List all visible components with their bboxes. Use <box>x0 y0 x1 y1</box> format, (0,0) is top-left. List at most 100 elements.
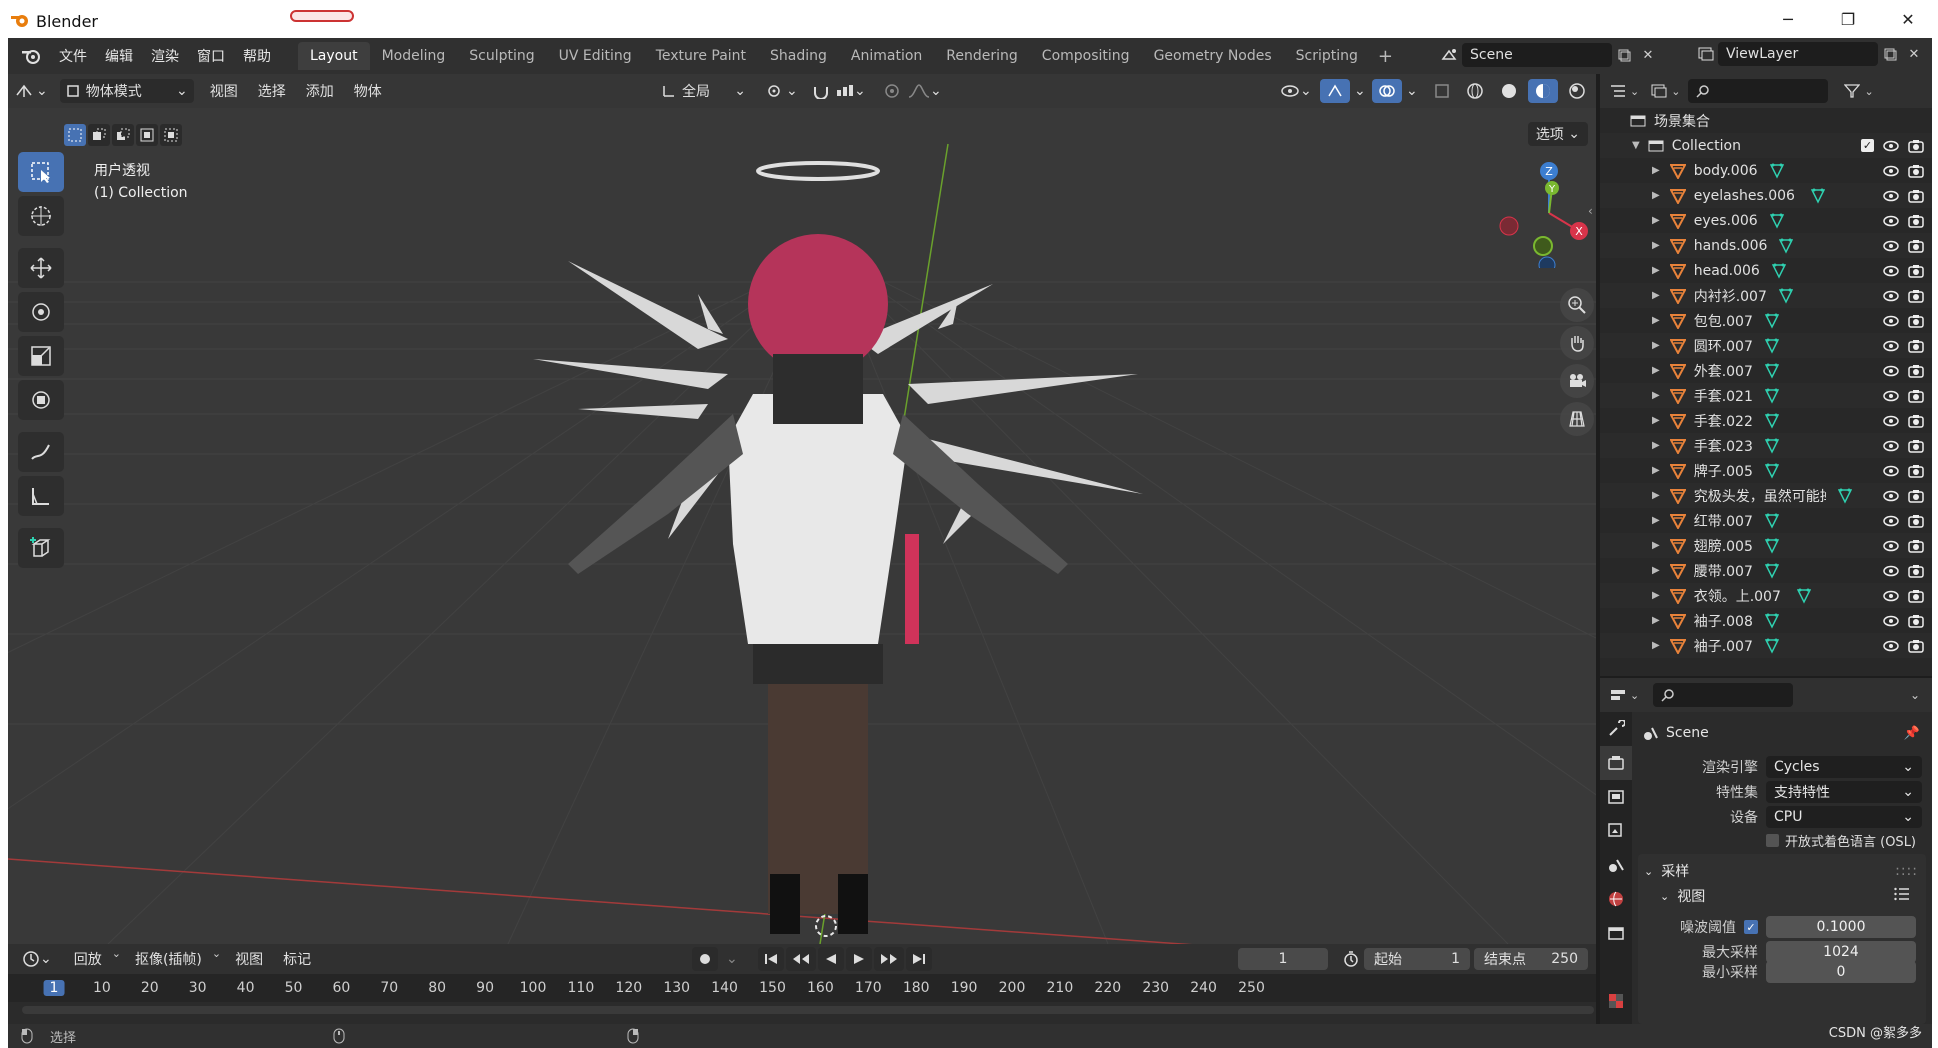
workspace-tab-sculpting[interactable]: Sculpting <box>457 42 546 70</box>
record-options-icon[interactable]: ⌄ <box>720 947 744 971</box>
render-visibility-icon[interactable] <box>1908 389 1924 403</box>
workspace-tab-texture-paint[interactable]: Texture Paint <box>644 42 758 70</box>
pan-hand-icon[interactable] <box>1560 326 1594 360</box>
view-layer-copy-icon[interactable] <box>1878 42 1902 66</box>
viewport-menu-2[interactable]: 添加 <box>296 81 344 101</box>
workspace-tab-scripting[interactable]: Scripting <box>1284 42 1370 70</box>
outliner-item[interactable]: ▶ head.006 <box>1600 258 1932 283</box>
select-invert-icon[interactable] <box>136 124 158 146</box>
render-visibility-icon[interactable] <box>1908 589 1924 603</box>
rotate-tool[interactable] <box>18 292 64 332</box>
modifier-icon[interactable] <box>1837 488 1852 504</box>
workspace-tab-compositing[interactable]: Compositing <box>1030 42 1142 70</box>
timeline-menu-1[interactable]: 抠像(插帧) <box>125 947 212 971</box>
render-visibility-icon[interactable] <box>1908 614 1924 628</box>
visibility-icon[interactable]: ⌄ <box>1274 79 1318 103</box>
feature-set-dropdown[interactable]: 支持特性 ⌄ <box>1766 781 1922 803</box>
modifier-icon[interactable] <box>1764 363 1779 379</box>
render-visibility-icon[interactable] <box>1908 239 1924 253</box>
expand-icon[interactable]: ▶ <box>1652 315 1660 326</box>
shading-rendered-icon[interactable] <box>1562 79 1592 103</box>
expand-icon[interactable]: ▶ <box>1652 390 1660 401</box>
jump-keyframe-back-button[interactable] <box>785 947 816 971</box>
workspace-tab-rendering[interactable]: Rendering <box>934 42 1030 70</box>
workspace-tab-animation[interactable]: Animation <box>839 42 934 70</box>
outliner-item[interactable]: ▶ 袖子.007 <box>1600 633 1932 658</box>
measure-tool[interactable] <box>18 476 64 516</box>
eye-icon[interactable] <box>1882 290 1900 302</box>
select-extend-icon[interactable] <box>88 124 110 146</box>
drag-handle-icon[interactable]: :::: <box>1895 863 1918 879</box>
collection-include-checkbox[interactable]: ✓ <box>1861 139 1874 152</box>
select-box-tool[interactable] <box>18 152 64 192</box>
eye-icon[interactable] <box>1882 440 1900 452</box>
render-visibility-icon[interactable] <box>1908 289 1924 303</box>
options-dropdown[interactable]: 选项 ⌄ <box>1527 122 1588 146</box>
move-tool[interactable] <box>18 248 64 288</box>
noise-threshold-field[interactable]: 0.1000 <box>1766 916 1916 938</box>
outliner-item[interactable]: ▶ 外套.007 <box>1600 358 1932 383</box>
transform-tool[interactable] <box>18 380 64 420</box>
outliner-item[interactable]: ▶ 圆环.007 <box>1600 333 1932 358</box>
modifier-icon[interactable] <box>1796 588 1811 604</box>
view-layer-tab-icon[interactable] <box>1600 814 1632 848</box>
modifier-icon[interactable] <box>1764 338 1779 354</box>
menu-item-2[interactable]: 渲染 <box>142 46 188 66</box>
render-visibility-icon[interactable] <box>1908 339 1924 353</box>
scene-name-field[interactable]: Scene <box>1462 43 1612 67</box>
minimize-button[interactable]: ─ <box>1758 0 1818 38</box>
pin-icon[interactable]: 📌 <box>1904 726 1920 741</box>
outliner-search-input[interactable] <box>1688 79 1829 103</box>
viewport-menu-3[interactable]: 物体 <box>344 81 392 101</box>
expand-icon[interactable]: ▶ <box>1652 640 1660 651</box>
render-visibility-icon[interactable] <box>1908 539 1924 553</box>
eye-icon[interactable] <box>1882 615 1900 627</box>
eye-icon[interactable] <box>1882 640 1900 652</box>
modifier-icon[interactable] <box>1771 263 1786 279</box>
workspace-tab-shading[interactable]: Shading <box>758 42 839 70</box>
outliner-item[interactable]: ▶ 牌子.005 <box>1600 458 1932 483</box>
shading-wireframe-icon[interactable] <box>1460 79 1490 103</box>
xray-toggle-icon[interactable] <box>1428 79 1456 103</box>
zoom-icon[interactable] <box>1560 288 1594 322</box>
start-frame-field[interactable]: 起始 1 <box>1364 948 1470 970</box>
modifier-icon[interactable] <box>1769 163 1784 179</box>
eye-icon[interactable] <box>1882 590 1900 602</box>
timeline-menu-2[interactable]: 视图 <box>225 947 273 971</box>
render-visibility-icon[interactable] <box>1908 164 1924 178</box>
outliner-item[interactable]: ▶ 红带.007 <box>1600 508 1932 533</box>
eye-icon[interactable] <box>1882 240 1900 252</box>
snap-target-icon[interactable]: ⌄ <box>830 79 872 103</box>
outliner-item[interactable]: ▶ eyelashes.006 <box>1600 183 1932 208</box>
render-visibility-icon[interactable] <box>1908 439 1924 453</box>
expand-icon[interactable]: ▶ <box>1652 340 1660 351</box>
select-new-icon[interactable] <box>64 124 86 146</box>
scene-browse-icon[interactable] <box>1438 43 1462 67</box>
navigation-gizmo[interactable]: Z Y X <box>1494 158 1596 268</box>
outliner-item[interactable]: ▶ 手套.023 <box>1600 433 1932 458</box>
modifier-icon[interactable] <box>1764 463 1779 479</box>
outliner-item[interactable]: ▶ body.006 <box>1600 158 1932 183</box>
jump-end-button[interactable] <box>905 947 932 971</box>
menu-item-3[interactable]: 窗口 <box>188 46 234 66</box>
render-visibility-icon[interactable] <box>1908 264 1924 278</box>
sampling-panel-header[interactable]: ⌄ 采样 :::: <box>1644 859 1924 883</box>
collection-row[interactable]: ▼ Collection ✓ <box>1600 133 1932 158</box>
outliner-item[interactable]: ▶ 包包.007 <box>1600 308 1932 333</box>
expand-icon[interactable]: ▶ <box>1652 365 1660 376</box>
scene-remove-icon[interactable]: ✕ <box>1636 43 1660 67</box>
shading-material-icon[interactable] <box>1528 79 1558 103</box>
expand-icon[interactable]: ▶ <box>1652 290 1660 301</box>
timeline-editor-type-icon[interactable]: ⌄ <box>16 947 58 971</box>
add-workspace-button[interactable]: + <box>1370 46 1401 67</box>
expand-icon[interactable]: ▶ <box>1652 415 1660 426</box>
jump-start-button[interactable] <box>757 947 784 971</box>
collection-render-icon[interactable] <box>1908 139 1924 153</box>
play-reverse-button[interactable] <box>817 947 844 971</box>
workspace-tab-geometry-nodes[interactable]: Geometry Nodes <box>1142 42 1284 70</box>
workspace-tab-uv-editing[interactable]: UV Editing <box>547 42 644 70</box>
scene-collection-row[interactable]: 场景集合 <box>1600 108 1932 133</box>
timeline-ruler[interactable]: 1 10 20 30 40 50 60 70 80 90 100 110 120 130 140 150 160… <box>8 974 1596 1002</box>
end-frame-field[interactable]: 结束点 250 <box>1474 948 1588 970</box>
render-visibility-icon[interactable] <box>1908 364 1924 378</box>
